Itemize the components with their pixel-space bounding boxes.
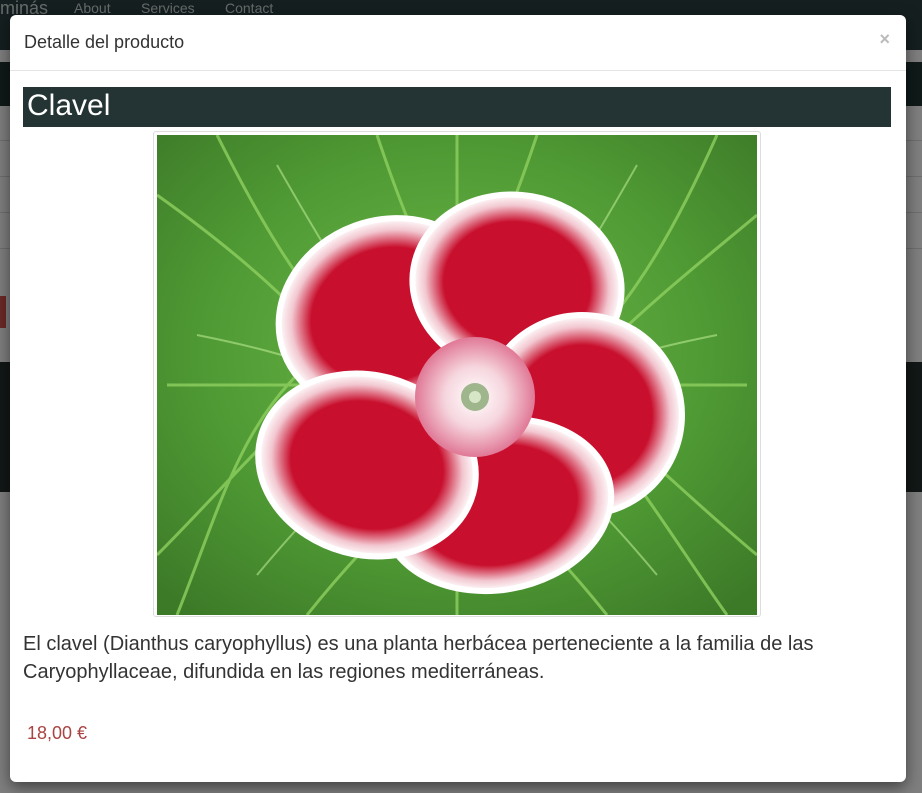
modal-header: Detalle del producto × [10, 15, 906, 71]
carnation-image [157, 135, 757, 615]
product-description: El clavel (Dianthus caryophyllus) es una… [23, 633, 814, 683]
close-button[interactable]: × [879, 29, 890, 49]
product-title-bar: Clavel [23, 87, 891, 127]
product-price: 18,00 € [27, 723, 88, 743]
product-detail-modal: Detalle del producto × Clavel El clavel … [10, 15, 906, 782]
modal-title: Detalle del producto [24, 32, 185, 52]
product-title: Clavel [27, 89, 111, 122]
product-image-frame [153, 131, 761, 617]
